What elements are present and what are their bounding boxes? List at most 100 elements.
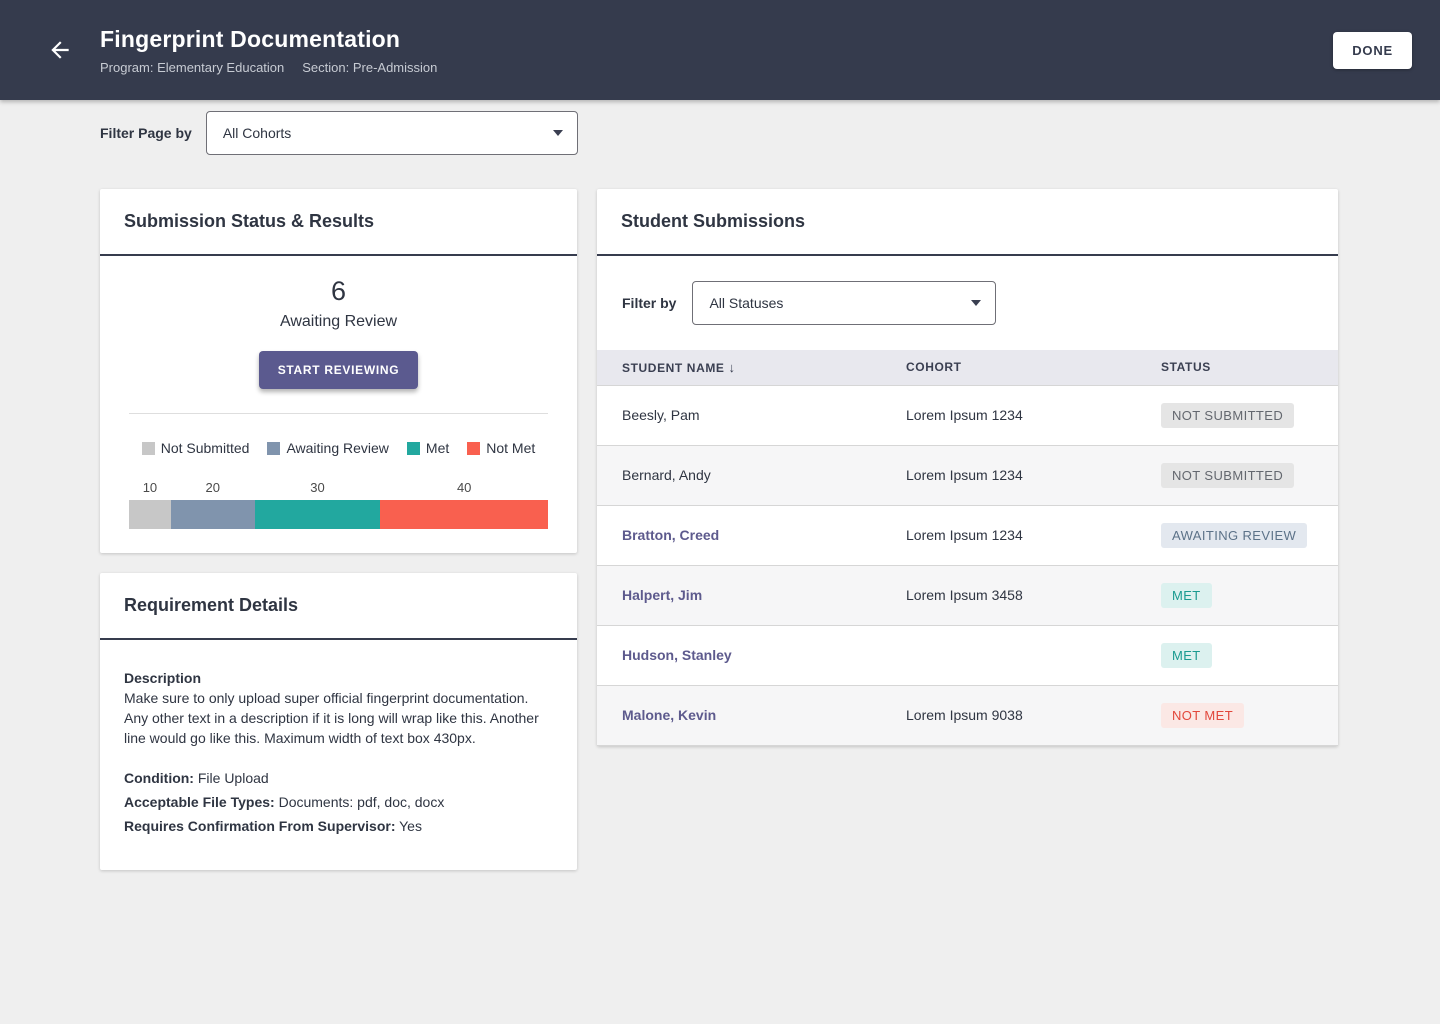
chart-legend: Not Submitted Awaiting Review Met Not Met [100, 440, 577, 456]
cohort-cell: Lorem Ipsum 1234 [906, 444, 1161, 505]
page-title: Fingerprint Documentation [100, 25, 401, 52]
legend-swatch-icon [406, 441, 420, 455]
legend-swatch-icon [467, 441, 481, 455]
table-row: Halpert, Jim Lorem Ipsum 3458 MET [597, 564, 1338, 625]
status-cell: MET [1161, 624, 1338, 685]
student-name-link[interactable]: Halpert, Jim [622, 587, 702, 603]
submissions-card-title: Student Submissions [597, 189, 1338, 256]
status-badge: MET [1161, 642, 1212, 668]
field-value: Documents: pdf, doc, docx [274, 794, 445, 810]
table-body: Beesly, Pam Lorem Ipsum 1234 NOT SUBMITTED… [597, 384, 1338, 746]
column-label: STATUS [1161, 360, 1211, 375]
table-header-row: STUDENT NAME ↓ COHORT STATUS [597, 350, 1338, 385]
cohort-cell: Lorem Ipsum 3458 [906, 564, 1161, 625]
left-column: Submission Status & Results 6 Awaiting R… [100, 189, 577, 870]
header-titles: Fingerprint Documentation Program: Eleme… [100, 26, 437, 75]
student-name: Bernard, Andy [622, 467, 711, 483]
status-select-value: All Statuses [709, 295, 784, 311]
student-name-cell: Bernard, Andy [597, 444, 906, 505]
filter-by-label: Filter by [622, 295, 677, 311]
status-badge: NOT SUBMITTED [1161, 402, 1295, 428]
student-name: Beesly, Pam [622, 407, 700, 423]
legend-item: Not Submitted [141, 440, 250, 456]
chart-value-labels: 10 20 30 40 [129, 480, 548, 495]
status-badge: AWAITING REVIEW [1161, 522, 1308, 548]
chart-value-label: 30 [310, 480, 325, 495]
legend-item: Not Met [467, 440, 535, 456]
bar-segment-awaiting-review [170, 500, 255, 529]
main-content: Submission Status & Results 6 Awaiting R… [0, 166, 1440, 930]
cohort-cell: Lorem Ipsum 9038 [906, 684, 1161, 746]
legend-swatch-icon [141, 441, 155, 455]
cohort-cell: Lorem Ipsum 1234 [906, 384, 1161, 445]
status-badge: NOT SUBMITTED [1161, 462, 1295, 488]
student-name-cell: Hudson, Stanley [597, 624, 906, 685]
sort-descending-icon: ↓ [728, 359, 736, 375]
field-label: Requires Confirmation From Supervisor: [124, 818, 396, 834]
submissions-table: STUDENT NAME ↓ COHORT STATUS Beesly, Pam Lor… [597, 350, 1338, 746]
requirement-field: Condition: File Upload [124, 766, 553, 790]
bar-segment-met [254, 500, 381, 529]
student-name-link[interactable]: Malone, Kevin [622, 707, 716, 723]
done-button[interactable]: DONE [1333, 31, 1412, 69]
field-value: Yes [395, 818, 422, 834]
column-label: COHORT [906, 360, 962, 375]
student-name-link[interactable]: Bratton, Creed [622, 527, 719, 543]
cohort-select[interactable]: All Cohorts [205, 111, 578, 155]
status-card-title: Submission Status & Results [100, 189, 577, 256]
program-label: Program: Elementary Education [100, 59, 285, 75]
legend-label: Not Met [486, 440, 536, 456]
table-row: Malone, Kevin Lorem Ipsum 9038 NOT MET [597, 684, 1338, 746]
student-name-cell: Beesly, Pam [597, 384, 906, 445]
status-select[interactable]: All Statuses [692, 281, 997, 325]
student-name-cell: Bratton, Creed [597, 504, 906, 565]
column-label: STUDENT NAME [622, 360, 725, 375]
legend-item: Met [406, 440, 450, 456]
cohort-cell: Lorem Ipsum 1234 [906, 504, 1161, 565]
description-text: Make sure to only upload super official … [124, 690, 539, 746]
status-card-body: 6 Awaiting Review START REVIEWING Not Su… [100, 256, 577, 553]
column-header-status[interactable]: STATUS [1161, 350, 1338, 385]
page-filter-bar: Filter Page by All Cohorts [0, 100, 1440, 166]
back-button[interactable] [40, 30, 80, 70]
requirement-details-card: Requirement Details Description Make sur… [100, 573, 577, 870]
bar-segment-not-met [380, 500, 548, 529]
requirement-field: Acceptable File Types: Documents: pdf, d… [124, 790, 553, 814]
stacked-bar [129, 500, 548, 529]
status-chart: 10 20 30 40 [129, 480, 548, 529]
filter-page-by-label: Filter Page by [100, 125, 192, 141]
chart-value-label: 40 [456, 480, 472, 495]
status-badge: MET [1161, 582, 1212, 608]
requirement-field: Requires Confirmation From Supervisor: Y… [124, 814, 553, 838]
table-row: Bratton, Creed Lorem Ipsum 1234 AWAITING R… [597, 504, 1338, 565]
status-badge: NOT MET [1161, 702, 1245, 728]
requirement-card-title: Requirement Details [100, 573, 577, 640]
chevron-down-icon [971, 300, 982, 306]
legend-swatch-icon [267, 441, 281, 455]
legend-label: Met [425, 440, 450, 456]
chevron-down-icon [552, 130, 563, 136]
requirement-fields: Condition: File Upload Acceptable File Ty… [124, 766, 553, 838]
student-submissions-card: Student Submissions Filter by All Status… [597, 189, 1338, 746]
cohort-select-value: All Cohorts [222, 125, 292, 141]
start-reviewing-button[interactable]: START REVIEWING [258, 351, 419, 389]
page-subtitle: Program: Elementary Education Section: P… [100, 60, 437, 75]
legend-label: Awaiting Review [286, 440, 389, 456]
field-label: Acceptable File Types: [124, 794, 275, 810]
column-header-student-name[interactable]: STUDENT NAME ↓ [597, 350, 906, 385]
field-value: File Upload [193, 770, 269, 786]
student-name-link[interactable]: Hudson, Stanley [622, 647, 732, 663]
legend-label: Not Submitted [160, 440, 250, 456]
divider [129, 413, 548, 414]
cohort-cell [906, 624, 1161, 685]
arrow-left-icon [51, 41, 69, 59]
status-cell: AWAITING REVIEW [1161, 504, 1338, 565]
awaiting-review-count: 6 [330, 276, 347, 306]
requirement-card-body: Description Make sure to only upload sup… [100, 640, 577, 870]
status-cell: NOT SUBMITTED [1161, 384, 1338, 445]
bar-segment-not-submitted [129, 500, 171, 529]
column-header-cohort[interactable]: COHORT [906, 350, 1161, 385]
legend-item: Awaiting Review [267, 440, 389, 456]
status-cell: NOT MET [1161, 684, 1338, 746]
status-filter-row: Filter by All Statuses [597, 256, 1338, 350]
